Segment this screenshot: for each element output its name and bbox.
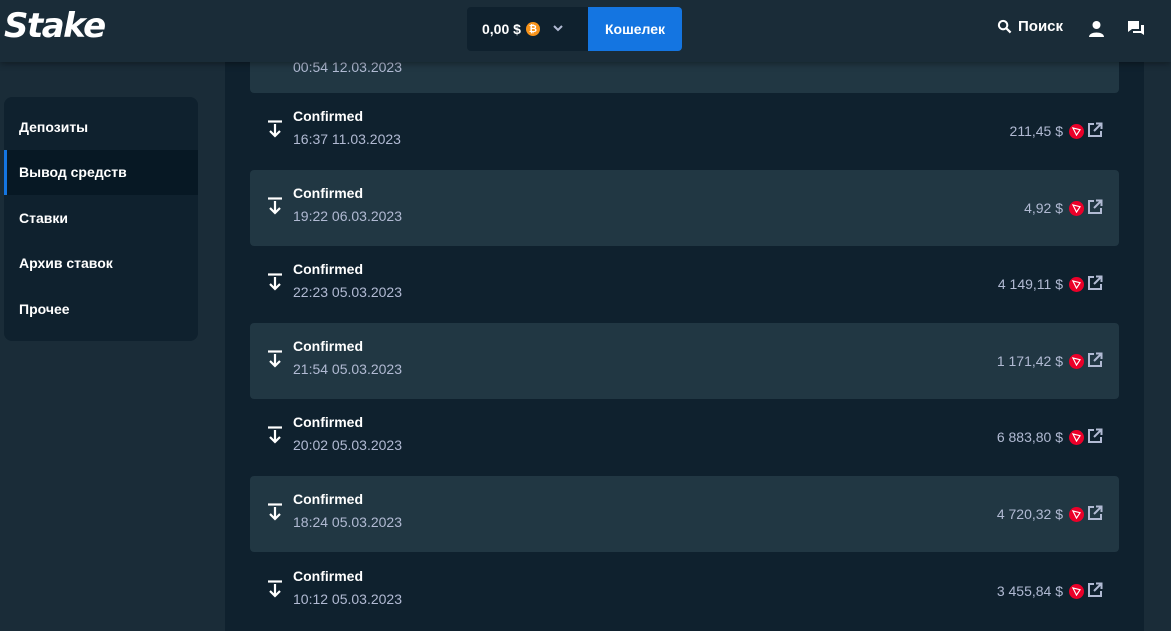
withdraw-arrow-icon (267, 197, 283, 220)
sidebar-item-bets[interactable]: Ставки (4, 195, 198, 241)
transaction-row: Confirmed 10:12 05.03.2023 3 455,84 $ (250, 553, 1119, 629)
amount-value: 6 883,80 $ (996, 429, 1063, 445)
transaction-row: Confirmed 21:54 05.03.2023 1 171,42 $ (250, 323, 1119, 399)
search-icon (997, 19, 1012, 34)
external-link-icon[interactable] (1087, 582, 1103, 601)
external-link-icon[interactable] (1087, 275, 1103, 294)
amount-value: 1 171,42 $ (996, 353, 1063, 369)
top-bar: Stake 0,00 $ ₿ Кошелек Поиск (0, 0, 1171, 62)
transaction-amount: 4,92 $ (1024, 170, 1103, 246)
withdraw-arrow-icon (267, 426, 283, 449)
transaction-status: Confirmed (293, 338, 363, 354)
page-gutter (1144, 62, 1171, 631)
transaction-status: Confirmed (293, 261, 363, 277)
transaction-status: Confirmed (293, 568, 363, 584)
transaction-amount: 4 149,11 $ (998, 246, 1103, 322)
sidebar-nav: Депозиты Вывод средств Ставки Архив став… (4, 97, 198, 341)
withdraw-arrow-icon (267, 273, 283, 296)
transaction-date: 21:54 05.03.2023 (293, 361, 402, 377)
sidebar-item-deposits[interactable]: Депозиты (4, 104, 198, 150)
transaction-status: Confirmed (293, 185, 363, 201)
transaction-row: Confirmed 22:23 05.03.2023 4 149,11 $ (250, 246, 1119, 322)
chevron-down-icon (552, 21, 564, 37)
transaction-date: 16:37 11.03.2023 (293, 131, 401, 147)
user-icon[interactable] (1088, 20, 1105, 42)
withdraw-arrow-icon (267, 503, 283, 526)
balance-value: 0,00 $ (482, 21, 521, 37)
stake-logo[interactable]: Stake (4, 6, 106, 46)
transaction-date: 10:12 05.03.2023 (293, 591, 402, 607)
transaction-amount: 211,45 $ (1010, 93, 1103, 169)
transaction-amount: 3 455,84 $ (997, 553, 1103, 629)
transaction-status: Confirmed (293, 414, 363, 430)
sidebar-item-other[interactable]: Прочее (4, 286, 198, 332)
sidebar-item-withdrawals[interactable]: Вывод средств (4, 149, 198, 195)
bitcoin-icon: ₿ (525, 22, 540, 36)
tron-icon (1069, 276, 1084, 292)
transaction-row: Confirmed 18:24 05.03.2023 4 720,32 $ (250, 476, 1119, 552)
withdraw-arrow-icon (267, 350, 283, 373)
transaction-date: 22:23 05.03.2023 (293, 284, 402, 300)
external-link-icon[interactable] (1087, 428, 1103, 447)
tron-icon (1069, 429, 1084, 445)
external-link-icon[interactable] (1087, 199, 1103, 218)
transaction-status: Confirmed (293, 108, 363, 124)
search-label: Поиск (1018, 18, 1064, 35)
tron-icon (1069, 506, 1084, 522)
amount-value: 4 149,11 $ (997, 276, 1063, 292)
transaction-amount: 6 883,80 $ (997, 399, 1103, 475)
amount-value: 4,92 $ (1024, 200, 1063, 216)
external-link-icon[interactable] (1087, 505, 1103, 524)
withdraw-arrow-icon (267, 580, 283, 603)
tron-icon (1069, 123, 1084, 139)
transaction-amount: 1 171,42 $ (997, 323, 1103, 399)
sidebar-item-bet-archive[interactable]: Архив ставок (4, 241, 198, 287)
transaction-date: 19:22 06.03.2023 (293, 208, 402, 224)
external-link-icon[interactable] (1087, 122, 1103, 141)
amount-value: 3 455,84 $ (996, 583, 1063, 599)
amount-value: 211,45 $ (1009, 123, 1063, 139)
transaction-row: Confirmed 19:22 06.03.2023 4,92 $ (250, 170, 1119, 246)
transaction-date: 20:02 05.03.2023 (293, 437, 402, 453)
tron-icon (1069, 200, 1084, 216)
transaction-date: 18:24 05.03.2023 (293, 514, 402, 530)
tron-icon (1069, 583, 1084, 599)
chat-icon[interactable] (1127, 20, 1145, 43)
transaction-status: Confirmed (293, 491, 363, 507)
transaction-row: Confirmed 20:02 05.03.2023 6 883,80 $ (250, 399, 1119, 475)
external-link-icon[interactable] (1087, 352, 1103, 371)
search-button[interactable]: Поиск (997, 18, 1063, 35)
balance-dropdown[interactable]: 0,00 $ ₿ (467, 7, 588, 51)
amount-value: 4 720,32 $ (996, 506, 1063, 522)
tron-icon (1069, 353, 1084, 369)
wallet-button[interactable]: Кошелек (588, 7, 682, 51)
transaction-amount: 4 720,32 $ (997, 476, 1103, 552)
withdraw-arrow-icon (267, 120, 283, 143)
transaction-row: Confirmed 16:37 11.03.2023 211,45 $ (250, 93, 1119, 169)
